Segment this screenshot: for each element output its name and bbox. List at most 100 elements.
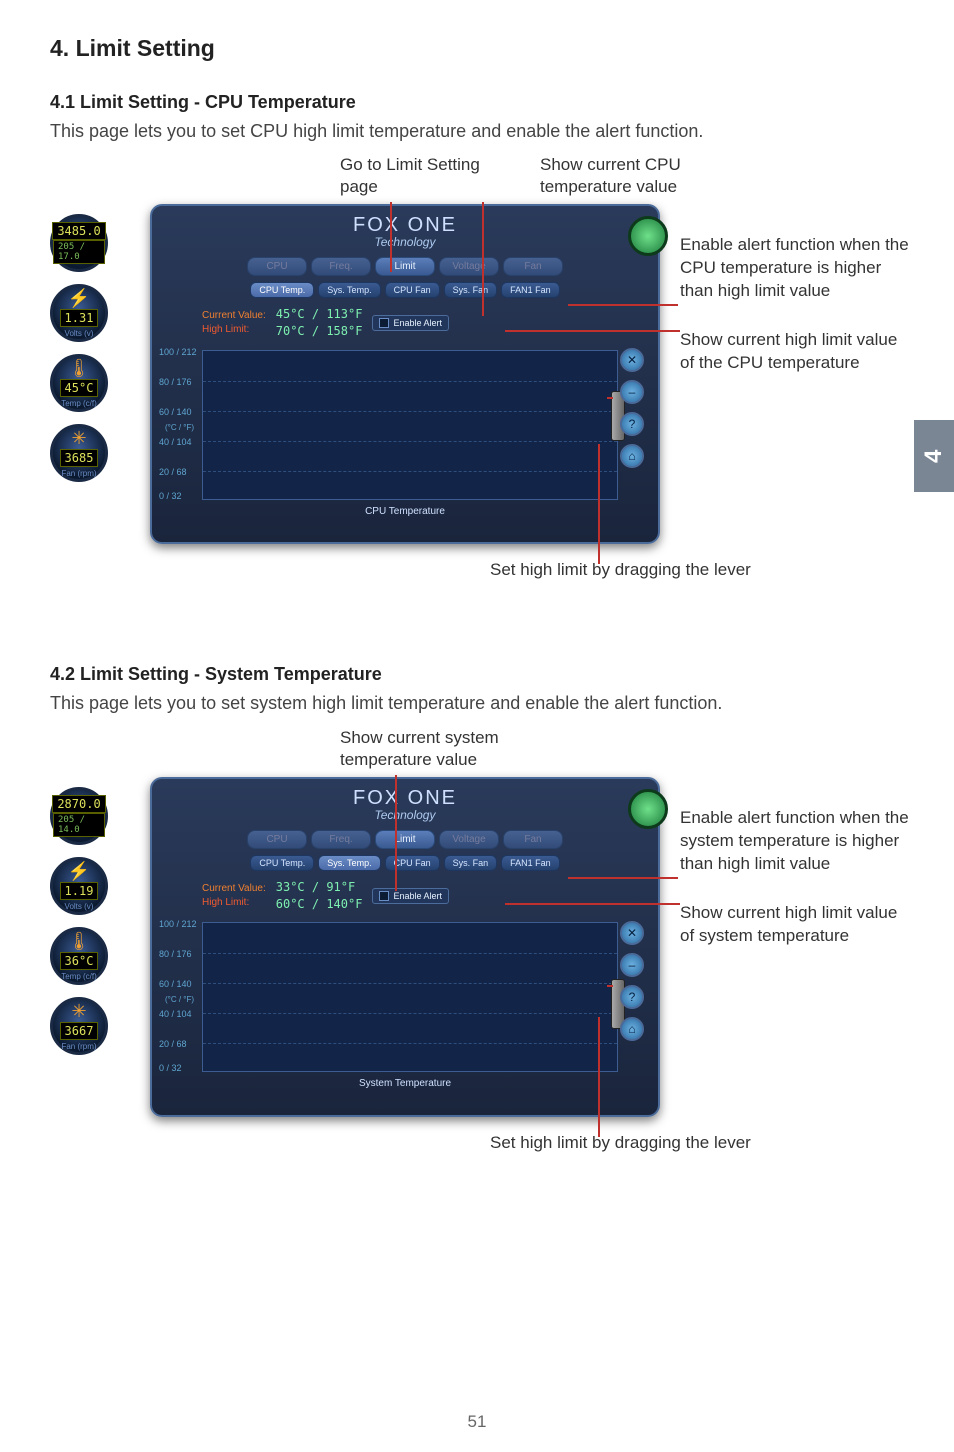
sub-tabs: CPU Temp. Sys. Temp. CPU Fan Sys. Fan FA… <box>152 855 658 871</box>
temperature-chart: 100 / 212 80 / 176 60 / 140 (°C / °F) 40… <box>202 922 618 1072</box>
gridline <box>203 411 617 412</box>
minimize-icon[interactable]: – <box>620 380 644 404</box>
gauge-temp-value: 36°C <box>60 952 99 970</box>
subtab-fan1-fan[interactable]: FAN1 Fan <box>501 282 560 298</box>
gauge-temp: 🌡 45°C Temp (c/f) <box>50 354 108 412</box>
close-icon[interactable]: ✕ <box>620 921 644 945</box>
subtab-cpu-fan[interactable]: CPU Fan <box>385 855 440 871</box>
bolt-icon: ⚡ <box>68 288 90 309</box>
tab-freq[interactable]: Freq. <box>311 257 371 276</box>
chart-caption: System Temperature <box>152 1078 658 1089</box>
thermometer-icon: 🌡 <box>68 931 91 952</box>
subtab-cpu-fan[interactable]: CPU Fan <box>385 282 440 298</box>
callout-go-to-limit: Go to Limit Setting page <box>340 154 500 198</box>
tab-fan[interactable]: Fan <box>503 830 563 849</box>
brand-subtitle: Technology <box>152 808 658 822</box>
subtab-cpu-temp[interactable]: CPU Temp. <box>250 282 314 298</box>
tab-limit[interactable]: Limit <box>375 830 435 849</box>
power-button[interactable] <box>628 216 668 256</box>
fan-icon: ✳ <box>71 1001 86 1022</box>
subtab-sys-temp[interactable]: Sys. Temp. <box>318 282 380 298</box>
callout-drag-lever: Set high limit by dragging the lever <box>490 559 751 582</box>
ytick: 100 / 212 <box>159 347 197 357</box>
subtab-fan1-fan[interactable]: FAN1 Fan <box>501 855 560 871</box>
subtab-sys-fan[interactable]: Sys. Fan <box>444 282 498 298</box>
gauge-freq-sub: 205 / 17.0 <box>53 240 105 264</box>
chapter-tab: 4 <box>914 420 954 492</box>
tab-cpu[interactable]: CPU <box>247 830 307 849</box>
gridline <box>203 441 617 442</box>
minimize-icon[interactable]: – <box>620 953 644 977</box>
callout-line <box>568 304 678 306</box>
high-limit-value: 60°C / 140°F <box>276 896 363 913</box>
heading-41: 4.1 Limit Setting - CPU Temperature <box>50 92 904 113</box>
callout-line <box>505 330 680 332</box>
gridline <box>203 471 617 472</box>
subtab-sys-fan[interactable]: Sys. Fan <box>444 855 498 871</box>
home-icon[interactable]: ⌂ <box>620 444 644 468</box>
gauge-fan-value: 3667 <box>60 1022 99 1040</box>
current-value-label: Current Value: <box>202 309 266 323</box>
gauge-volts-label: Volts (v) <box>65 902 94 911</box>
slider-mark <box>607 397 613 399</box>
ytick: 0 / 32 <box>159 491 182 501</box>
gauge-freq-sub: 205 / 14.0 <box>53 813 105 837</box>
close-icon[interactable]: ✕ <box>620 348 644 372</box>
brand-title: FOX ONE <box>152 214 658 237</box>
home-icon[interactable]: ⌂ <box>620 1017 644 1041</box>
current-value: 33°C / 91°F <box>276 879 363 896</box>
enable-alert-checkbox[interactable]: Enable Alert <box>372 888 449 904</box>
callout-current-sys-temp: Show current system temperature value <box>340 727 560 771</box>
power-button[interactable] <box>628 789 668 829</box>
bolt-icon: ⚡ <box>68 861 90 882</box>
tab-voltage[interactable]: Voltage <box>439 257 499 276</box>
ytick: 0 / 32 <box>159 1063 182 1073</box>
gauge-volts-label: Volts (v) <box>65 329 94 338</box>
main-tabs: CPU Freq. Limit Voltage Fan <box>152 830 658 849</box>
checkbox-icon <box>379 318 389 328</box>
enable-alert-checkbox[interactable]: Enable Alert <box>372 315 449 331</box>
tab-limit[interactable]: Limit <box>375 257 435 276</box>
gauge-strip: 3485.0 205 / 17.0 ⚡ 1.31 Volts (v) 🌡 45°… <box>50 214 140 482</box>
enable-alert-label: Enable Alert <box>393 318 442 328</box>
tab-freq[interactable]: Freq. <box>311 830 371 849</box>
subtab-cpu-temp[interactable]: CPU Temp. <box>250 855 314 871</box>
axis-unit: (°C / °F) <box>165 423 194 432</box>
section-42: 4.2 Limit Setting - System Temperature T… <box>50 664 904 1196</box>
page-title: 4. Limit Setting <box>50 35 904 62</box>
callout-line <box>505 903 680 905</box>
tab-fan[interactable]: Fan <box>503 257 563 276</box>
foxone-panel: FOX ONE Technology CPU Freq. Limit Volta… <box>150 777 660 1117</box>
callout-line <box>598 1017 600 1137</box>
enable-alert-label: Enable Alert <box>393 891 442 901</box>
foxone-panel: FOX ONE Technology CPU Freq. Limit Volta… <box>150 204 660 544</box>
brand-subtitle: Technology <box>152 235 658 249</box>
high-limit-label: High Limit: <box>202 323 266 337</box>
gridline <box>203 381 617 382</box>
ytick: 20 / 68 <box>159 1039 187 1049</box>
callout-high-limit-note: Show current high limit value of the CPU… <box>680 329 910 375</box>
callout-line <box>395 775 397 891</box>
chart-caption: CPU Temperature <box>152 506 658 517</box>
heading-42: 4.2 Limit Setting - System Temperature <box>50 664 904 685</box>
tab-cpu[interactable]: CPU <box>247 257 307 276</box>
callout-line <box>390 202 392 272</box>
section-41: 4.1 Limit Setting - CPU Temperature This… <box>50 92 904 624</box>
subtab-sys-temp[interactable]: Sys. Temp. <box>318 855 380 871</box>
tab-voltage[interactable]: Voltage <box>439 830 499 849</box>
callout-high-limit-note: Show current high limit value of system … <box>680 902 910 948</box>
callout-drag-lever: Set high limit by dragging the lever <box>490 1132 751 1155</box>
ytick: 100 / 212 <box>159 919 197 929</box>
help-icon[interactable]: ? <box>620 412 644 436</box>
sub-tabs: CPU Temp. Sys. Temp. CPU Fan Sys. Fan FA… <box>152 282 658 298</box>
gauge-temp-label: Temp (c/f) <box>61 399 97 408</box>
high-limit-label: High Limit: <box>202 896 266 910</box>
help-icon[interactable]: ? <box>620 985 644 1009</box>
gridline <box>203 953 617 954</box>
current-value-label: Current Value: <box>202 882 266 896</box>
brand-title: FOX ONE <box>152 787 658 810</box>
gauge-fan: ✳ 3667 Fan (rpm) <box>50 997 108 1055</box>
thermometer-icon: 🌡 <box>68 358 91 379</box>
gauge-temp-label: Temp (c/f) <box>61 972 97 981</box>
callout-enable-alert-note: Enable alert function when the CPU tempe… <box>680 234 910 303</box>
